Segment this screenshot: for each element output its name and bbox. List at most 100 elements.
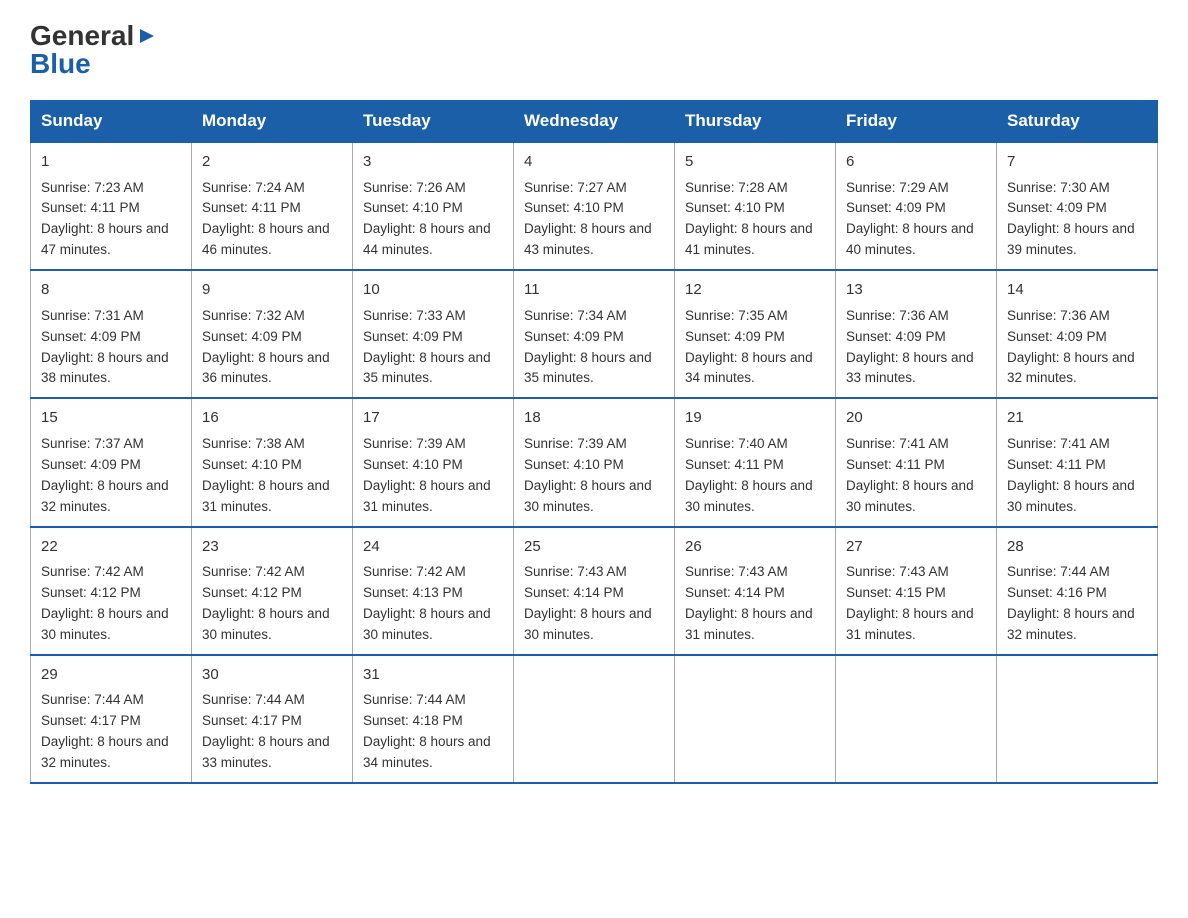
day-number: 19 (685, 407, 825, 430)
calendar-week-row: 29 Sunrise: 7:44 AMSunset: 4:17 PMDaylig… (31, 655, 1158, 783)
calendar-cell: 15 Sunrise: 7:37 AMSunset: 4:09 PMDaylig… (31, 398, 192, 526)
cell-content: Sunrise: 7:42 AMSunset: 4:12 PMDaylight:… (202, 564, 330, 642)
calendar-cell (514, 655, 675, 783)
day-number: 12 (685, 279, 825, 302)
cell-content: Sunrise: 7:41 AMSunset: 4:11 PMDaylight:… (846, 436, 974, 514)
cell-content: Sunrise: 7:34 AMSunset: 4:09 PMDaylight:… (524, 308, 652, 386)
day-number: 11 (524, 279, 664, 302)
day-number: 31 (363, 664, 503, 687)
day-number: 9 (202, 279, 342, 302)
cell-content: Sunrise: 7:27 AMSunset: 4:10 PMDaylight:… (524, 180, 652, 258)
day-number: 5 (685, 151, 825, 174)
cell-content: Sunrise: 7:43 AMSunset: 4:14 PMDaylight:… (524, 564, 652, 642)
cell-content: Sunrise: 7:23 AMSunset: 4:11 PMDaylight:… (41, 180, 169, 258)
day-number: 24 (363, 536, 503, 559)
day-number: 4 (524, 151, 664, 174)
cell-content: Sunrise: 7:41 AMSunset: 4:11 PMDaylight:… (1007, 436, 1135, 514)
calendar-cell: 4 Sunrise: 7:27 AMSunset: 4:10 PMDayligh… (514, 142, 675, 270)
day-header-tuesday: Tuesday (353, 101, 514, 143)
cell-content: Sunrise: 7:29 AMSunset: 4:09 PMDaylight:… (846, 180, 974, 258)
day-header-monday: Monday (192, 101, 353, 143)
cell-content: Sunrise: 7:40 AMSunset: 4:11 PMDaylight:… (685, 436, 813, 514)
cell-content: Sunrise: 7:36 AMSunset: 4:09 PMDaylight:… (1007, 308, 1135, 386)
cell-content: Sunrise: 7:43 AMSunset: 4:15 PMDaylight:… (846, 564, 974, 642)
day-header-friday: Friday (836, 101, 997, 143)
calendar-cell: 19 Sunrise: 7:40 AMSunset: 4:11 PMDaylig… (675, 398, 836, 526)
calendar-cell: 27 Sunrise: 7:43 AMSunset: 4:15 PMDaylig… (836, 527, 997, 655)
cell-content: Sunrise: 7:31 AMSunset: 4:09 PMDaylight:… (41, 308, 169, 386)
calendar-cell: 10 Sunrise: 7:33 AMSunset: 4:09 PMDaylig… (353, 270, 514, 398)
logo-blue-text: Blue (30, 48, 91, 80)
logo-triangle-icon (138, 20, 156, 52)
cell-content: Sunrise: 7:24 AMSunset: 4:11 PMDaylight:… (202, 180, 330, 258)
day-header-wednesday: Wednesday (514, 101, 675, 143)
cell-content: Sunrise: 7:28 AMSunset: 4:10 PMDaylight:… (685, 180, 813, 258)
cell-content: Sunrise: 7:44 AMSunset: 4:17 PMDaylight:… (202, 692, 330, 770)
calendar-cell (997, 655, 1158, 783)
calendar-cell: 14 Sunrise: 7:36 AMSunset: 4:09 PMDaylig… (997, 270, 1158, 398)
cell-content: Sunrise: 7:44 AMSunset: 4:17 PMDaylight:… (41, 692, 169, 770)
calendar-cell: 1 Sunrise: 7:23 AMSunset: 4:11 PMDayligh… (31, 142, 192, 270)
calendar-week-row: 22 Sunrise: 7:42 AMSunset: 4:12 PMDaylig… (31, 527, 1158, 655)
day-number: 1 (41, 151, 181, 174)
calendar-cell: 5 Sunrise: 7:28 AMSunset: 4:10 PMDayligh… (675, 142, 836, 270)
cell-content: Sunrise: 7:39 AMSunset: 4:10 PMDaylight:… (524, 436, 652, 514)
day-number: 25 (524, 536, 664, 559)
calendar-cell: 17 Sunrise: 7:39 AMSunset: 4:10 PMDaylig… (353, 398, 514, 526)
day-number: 18 (524, 407, 664, 430)
calendar-cell: 11 Sunrise: 7:34 AMSunset: 4:09 PMDaylig… (514, 270, 675, 398)
day-header-sunday: Sunday (31, 101, 192, 143)
day-header-saturday: Saturday (997, 101, 1158, 143)
cell-content: Sunrise: 7:38 AMSunset: 4:10 PMDaylight:… (202, 436, 330, 514)
day-header-thursday: Thursday (675, 101, 836, 143)
calendar-cell: 30 Sunrise: 7:44 AMSunset: 4:17 PMDaylig… (192, 655, 353, 783)
logo: General Blue (30, 20, 156, 80)
page-header: General Blue (30, 20, 1158, 80)
calendar-cell: 31 Sunrise: 7:44 AMSunset: 4:18 PMDaylig… (353, 655, 514, 783)
cell-content: Sunrise: 7:39 AMSunset: 4:10 PMDaylight:… (363, 436, 491, 514)
calendar-week-row: 1 Sunrise: 7:23 AMSunset: 4:11 PMDayligh… (31, 142, 1158, 270)
day-number: 13 (846, 279, 986, 302)
calendar-cell: 9 Sunrise: 7:32 AMSunset: 4:09 PMDayligh… (192, 270, 353, 398)
calendar-cell: 7 Sunrise: 7:30 AMSunset: 4:09 PMDayligh… (997, 142, 1158, 270)
day-number: 27 (846, 536, 986, 559)
day-number: 28 (1007, 536, 1147, 559)
calendar-cell: 6 Sunrise: 7:29 AMSunset: 4:09 PMDayligh… (836, 142, 997, 270)
calendar-cell: 16 Sunrise: 7:38 AMSunset: 4:10 PMDaylig… (192, 398, 353, 526)
day-number: 20 (846, 407, 986, 430)
day-number: 6 (846, 151, 986, 174)
calendar-cell (836, 655, 997, 783)
calendar-cell: 24 Sunrise: 7:42 AMSunset: 4:13 PMDaylig… (353, 527, 514, 655)
day-number: 21 (1007, 407, 1147, 430)
calendar-cell: 22 Sunrise: 7:42 AMSunset: 4:12 PMDaylig… (31, 527, 192, 655)
day-number: 14 (1007, 279, 1147, 302)
calendar-week-row: 15 Sunrise: 7:37 AMSunset: 4:09 PMDaylig… (31, 398, 1158, 526)
cell-content: Sunrise: 7:26 AMSunset: 4:10 PMDaylight:… (363, 180, 491, 258)
calendar-cell: 21 Sunrise: 7:41 AMSunset: 4:11 PMDaylig… (997, 398, 1158, 526)
day-number: 8 (41, 279, 181, 302)
cell-content: Sunrise: 7:35 AMSunset: 4:09 PMDaylight:… (685, 308, 813, 386)
calendar-cell: 26 Sunrise: 7:43 AMSunset: 4:14 PMDaylig… (675, 527, 836, 655)
calendar-cell: 29 Sunrise: 7:44 AMSunset: 4:17 PMDaylig… (31, 655, 192, 783)
cell-content: Sunrise: 7:32 AMSunset: 4:09 PMDaylight:… (202, 308, 330, 386)
day-number: 30 (202, 664, 342, 687)
calendar-cell: 28 Sunrise: 7:44 AMSunset: 4:16 PMDaylig… (997, 527, 1158, 655)
day-number: 3 (363, 151, 503, 174)
calendar-cell: 2 Sunrise: 7:24 AMSunset: 4:11 PMDayligh… (192, 142, 353, 270)
cell-content: Sunrise: 7:43 AMSunset: 4:14 PMDaylight:… (685, 564, 813, 642)
day-number: 2 (202, 151, 342, 174)
calendar-cell: 3 Sunrise: 7:26 AMSunset: 4:10 PMDayligh… (353, 142, 514, 270)
calendar-cell: 18 Sunrise: 7:39 AMSunset: 4:10 PMDaylig… (514, 398, 675, 526)
cell-content: Sunrise: 7:44 AMSunset: 4:18 PMDaylight:… (363, 692, 491, 770)
day-number: 22 (41, 536, 181, 559)
calendar-cell (675, 655, 836, 783)
day-number: 29 (41, 664, 181, 687)
day-number: 15 (41, 407, 181, 430)
day-number: 7 (1007, 151, 1147, 174)
day-number: 17 (363, 407, 503, 430)
calendar-cell: 8 Sunrise: 7:31 AMSunset: 4:09 PMDayligh… (31, 270, 192, 398)
calendar-cell: 23 Sunrise: 7:42 AMSunset: 4:12 PMDaylig… (192, 527, 353, 655)
calendar-cell: 13 Sunrise: 7:36 AMSunset: 4:09 PMDaylig… (836, 270, 997, 398)
day-number: 10 (363, 279, 503, 302)
calendar-cell: 12 Sunrise: 7:35 AMSunset: 4:09 PMDaylig… (675, 270, 836, 398)
